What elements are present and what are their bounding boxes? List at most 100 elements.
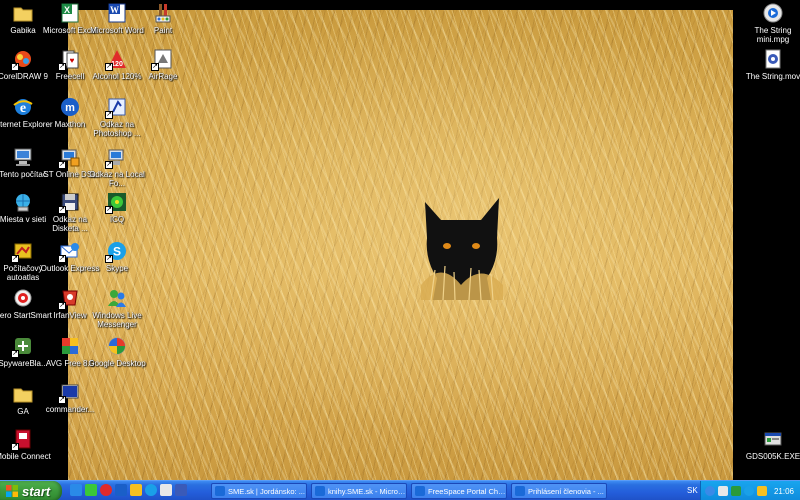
browser-window-icon bbox=[415, 486, 425, 496]
taskbar-clock[interactable]: 21:06 bbox=[774, 487, 794, 496]
desktop-icon-mobile-connect[interactable]: ↗ Mobile Connect bbox=[0, 428, 54, 461]
desktop-icon-label: Freecell bbox=[55, 72, 85, 81]
desktop-icon-label: IrfanView bbox=[53, 311, 87, 320]
paint-icon bbox=[152, 2, 174, 24]
task-label: SME.sk | Jordánsko: ... bbox=[228, 486, 305, 496]
desktop-icon-label: Paint bbox=[153, 26, 173, 35]
excel-icon: X bbox=[59, 2, 81, 24]
svg-text:W: W bbox=[110, 5, 119, 15]
tray-skype-icon[interactable] bbox=[744, 486, 754, 496]
messenger-icon bbox=[106, 287, 128, 309]
coreldraw-icon: ↗ bbox=[11, 48, 34, 71]
task-label: Prihlásení členovia - ... bbox=[528, 486, 604, 496]
desktop-icon-google-desktop[interactable]: Google Desktop bbox=[86, 335, 148, 368]
freecell-icon: ♥ ↗ bbox=[58, 48, 81, 71]
windows-logo-icon bbox=[6, 485, 18, 497]
icq-icon: ↗ bbox=[105, 191, 128, 214]
start-button[interactable]: start bbox=[0, 481, 62, 500]
task-label: knihy.SME.sk - Micros... bbox=[328, 486, 406, 496]
desktop-icon-label: The String.mov bbox=[745, 72, 800, 81]
desktop-icon-label: Maxthon bbox=[54, 120, 86, 129]
local-folder-shortcut-icon: ↗ bbox=[105, 146, 128, 169]
maxthon-icon: m bbox=[59, 96, 81, 118]
word-icon: W bbox=[106, 2, 128, 24]
alcohol-icon: 120 ↗ bbox=[105, 48, 128, 71]
desktop-icon-label: Skype bbox=[105, 264, 129, 273]
taskbar-task-3[interactable]: FreeSpace Portal Cha... bbox=[411, 483, 507, 499]
desktop-icon-label: GA bbox=[17, 407, 29, 416]
quicktime-file-icon bbox=[762, 48, 784, 70]
video-file-icon bbox=[762, 2, 784, 24]
desktop-quicklaunch-icon[interactable] bbox=[115, 484, 127, 496]
desktop-icon-label: Google Desktop bbox=[88, 359, 146, 368]
task-label: FreeSpace Portal Cha... bbox=[428, 486, 506, 496]
desktop-icon-label: The String mini.mpg bbox=[754, 26, 792, 44]
nero-icon bbox=[12, 287, 34, 309]
taskbar-task-1[interactable]: SME.sk | Jordánsko: ... bbox=[211, 483, 307, 499]
desktop-icon-messenger[interactable]: Windows Live Messenger bbox=[86, 287, 148, 329]
media-quicklaunch-icon[interactable] bbox=[100, 484, 112, 496]
browser-window-icon bbox=[315, 486, 325, 496]
spywareblaster-icon: ↗ bbox=[11, 335, 34, 358]
tray-speaker-icon[interactable] bbox=[718, 486, 728, 496]
desktop-icon-label: Gabika bbox=[10, 26, 36, 35]
black-cat-image bbox=[421, 198, 503, 300]
desktop-icon-local-folder-shortcut[interactable]: ↗ Odkaz na Local Fo... bbox=[86, 146, 148, 188]
browser-window-icon bbox=[215, 486, 225, 496]
svg-text:X: X bbox=[64, 5, 70, 15]
internet-explorer-icon: e bbox=[12, 96, 34, 118]
desktop-icon-icq[interactable]: ↗ ICQ bbox=[86, 191, 148, 224]
desktop-icon-label: Odkaz na Photoshop ... bbox=[93, 120, 141, 138]
svg-text:♥: ♥ bbox=[70, 56, 75, 65]
folder-icon bbox=[12, 383, 34, 405]
google-desktop-icon bbox=[106, 335, 128, 357]
quick-launch-bar bbox=[70, 484, 187, 498]
outlook-quicklaunch-icon[interactable] bbox=[175, 484, 187, 496]
desktop-icon-the-string-mov[interactable]: The String.mov bbox=[742, 48, 800, 81]
tray-avg-icon[interactable] bbox=[731, 486, 741, 496]
desktop-icon-label: Mobile Connect bbox=[0, 452, 51, 461]
exe-file-icon bbox=[762, 428, 784, 450]
avg-icon bbox=[59, 335, 81, 357]
floppy-shortcut-icon: ↗ bbox=[58, 191, 81, 214]
folder-quicklaunch-icon[interactable] bbox=[130, 484, 142, 496]
show-desktop-quicklaunch-icon[interactable] bbox=[160, 484, 172, 496]
svg-text:S: S bbox=[113, 245, 121, 259]
commander-icon: ↗ bbox=[58, 381, 81, 404]
desktop-icon-label: commander... bbox=[45, 405, 95, 414]
taskbar-task-4[interactable]: Prihlásení členovia - ... bbox=[511, 483, 607, 499]
skype-icon: S ↗ bbox=[105, 240, 128, 263]
desktop-icon-gds005k-exe[interactable]: GDS005K.EXE bbox=[742, 428, 800, 461]
st-online-dsl-icon: ↗ bbox=[58, 146, 81, 169]
desktop-icon-label: GDS005K.EXE bbox=[745, 452, 800, 461]
ie-quicklaunch-icon[interactable] bbox=[70, 484, 82, 496]
desktop-icon-commander[interactable]: ↗ commander... bbox=[39, 381, 101, 414]
outlook-express-icon: ↗ bbox=[58, 240, 81, 263]
my-computer-icon bbox=[12, 146, 34, 168]
photoshop-shortcut-icon: ↗ bbox=[105, 96, 128, 119]
start-label: start bbox=[22, 483, 51, 499]
autoatlas-icon: ↗ bbox=[11, 240, 34, 263]
desktop-icon-label: Windows Live Messenger bbox=[92, 311, 142, 329]
airrage-icon: ↗ bbox=[151, 48, 174, 71]
network-places-icon bbox=[12, 191, 34, 213]
desktop-icon-skype[interactable]: S ↗ Skype bbox=[86, 240, 148, 273]
desktop-icon-label: Odkaz na Local Fo... bbox=[89, 170, 145, 188]
desktop-icon-label: ICQ bbox=[109, 215, 125, 224]
desktop-icon-label: AirRage bbox=[148, 72, 178, 81]
tray-network-icon[interactable] bbox=[705, 486, 715, 496]
taskbar-task-2[interactable]: knihy.SME.sk - Micros... bbox=[311, 483, 407, 499]
desktop-icon-photoshop-shortcut[interactable]: ↗ Odkaz na Photoshop ... bbox=[86, 96, 148, 138]
system-tray: SK 21:06 bbox=[687, 481, 800, 500]
messenger-quicklaunch-icon[interactable] bbox=[85, 484, 97, 496]
taskbar: start SME.sk | Jordánsko: ... knihy.SME.… bbox=[0, 480, 800, 500]
irfanview-icon: ↗ bbox=[58, 287, 81, 310]
mobile-connect-icon: ↗ bbox=[11, 428, 34, 451]
language-indicator[interactable]: SK bbox=[687, 486, 698, 495]
desktop-icon-airrage[interactable]: ↗ AirRage bbox=[132, 48, 194, 81]
desktop-icon-the-string-mpg[interactable]: The String mini.mpg bbox=[742, 2, 800, 44]
desktop-icon-paint[interactable]: Paint bbox=[132, 2, 194, 35]
folder-icon bbox=[12, 2, 34, 24]
skype-quicklaunch-icon[interactable] bbox=[145, 484, 157, 496]
tray-misc-icon[interactable] bbox=[757, 486, 767, 496]
